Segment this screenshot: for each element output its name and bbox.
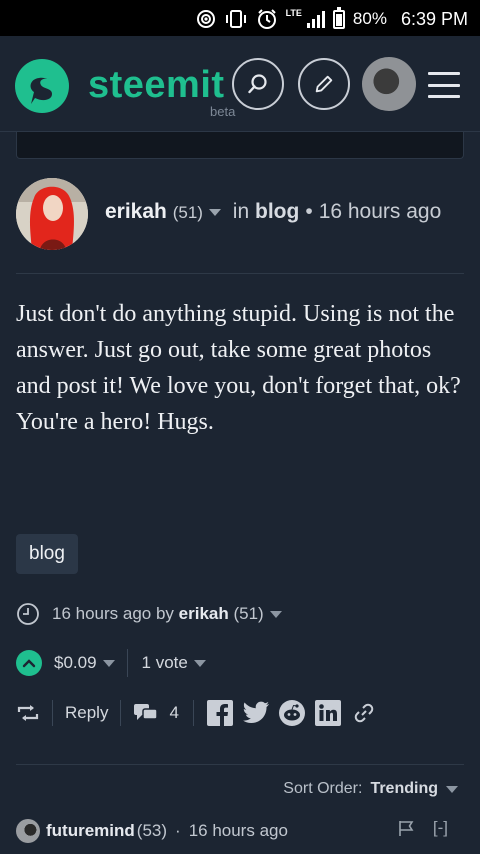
signal-icon — [306, 10, 325, 28]
menu-icon[interactable] — [428, 72, 460, 98]
separator-dot: • — [305, 200, 313, 223]
vote-row: $0.09 1 vote — [16, 648, 206, 678]
payout-dropdown-icon[interactable] — [102, 659, 115, 667]
action-separator — [120, 700, 122, 726]
sort-label: Sort Order: — [283, 780, 363, 797]
tag-chip[interactable]: blog — [16, 534, 78, 574]
alarm-icon — [256, 8, 278, 30]
commenter-reputation: (53) — [136, 821, 168, 840]
status-bar: LTE 80% 6:39 PM — [0, 0, 480, 36]
meta-dropdown-icon[interactable] — [269, 610, 282, 618]
post-time[interactable]: 16 hours ago — [319, 200, 442, 223]
vibrate-icon — [224, 9, 248, 29]
chevron-up-icon — [22, 659, 36, 668]
user-avatar[interactable] — [362, 57, 416, 111]
meta-reputation: (51) — [233, 604, 264, 623]
comments-icon[interactable] — [133, 702, 159, 724]
network-type: LTE — [285, 8, 302, 18]
post-body: Just don't do anything stupid. Using is … — [16, 301, 461, 435]
divider — [16, 273, 464, 274]
commenter-name[interactable]: futuremind — [46, 821, 135, 841]
link-icon[interactable] — [350, 699, 378, 727]
reply-button[interactable]: Reply — [65, 703, 108, 723]
pencil-icon — [315, 75, 333, 93]
vote-separator — [126, 649, 128, 677]
author-avatar[interactable] — [16, 178, 88, 250]
reddit-icon[interactable] — [278, 699, 306, 727]
separator-dot: · — [175, 821, 181, 840]
comment-count[interactable]: 4 — [169, 703, 178, 723]
beta-label: beta — [210, 104, 236, 119]
sort-dropdown-icon[interactable] — [446, 785, 458, 793]
brand-name[interactable]: steemit — [88, 64, 225, 107]
search-icon — [248, 74, 267, 94]
meta-author[interactable]: erikah — [179, 604, 229, 624]
battery-icon — [332, 6, 345, 29]
votes-dropdown-icon[interactable] — [193, 659, 206, 667]
top-header: steemit beta — [0, 36, 480, 132]
header-strip — [16, 132, 464, 159]
commenter-avatar[interactable] — [16, 819, 40, 843]
meta-time: 16 hours ago by — [52, 604, 174, 623]
resteem-icon[interactable] — [16, 703, 40, 723]
action-separator — [52, 700, 53, 726]
write-post-button[interactable] — [298, 58, 350, 110]
clock: 6:39 PM — [400, 8, 468, 29]
action-separator — [192, 700, 194, 726]
author-name[interactable]: erikah — [105, 200, 167, 223]
flag-icon[interactable] — [397, 819, 415, 837]
upvote-button[interactable] — [16, 650, 42, 676]
sort-order[interactable]: Sort Order: Trending — [283, 780, 458, 798]
facebook-icon[interactable] — [206, 699, 234, 727]
divider — [16, 764, 464, 765]
sort-value[interactable]: Trending — [370, 780, 438, 798]
actions-row: Reply 4 — [16, 698, 386, 728]
vote-count[interactable]: 1 vote — [142, 653, 188, 673]
twitter-icon[interactable] — [242, 699, 270, 727]
author-dropdown-icon[interactable] — [208, 208, 221, 216]
in-label: in — [232, 200, 250, 223]
battery-level: 80% — [352, 9, 387, 28]
search-button[interactable] — [232, 58, 284, 110]
steemit-logo-icon[interactable] — [14, 58, 70, 114]
hotspot-icon — [196, 9, 216, 29]
clock-icon — [17, 603, 39, 625]
comment-time[interactable]: 16 hours ago — [189, 821, 288, 841]
author-reputation: (51) — [172, 203, 203, 222]
linkedin-icon[interactable] — [314, 699, 342, 727]
comment-header: futuremind (53) · 16 hours ago [-] — [16, 818, 464, 844]
post-meta: 16 hours ago by erikah (51) — [16, 602, 282, 626]
collapse-comment-button[interactable]: [-] — [433, 818, 448, 838]
author-line: erikah (51) in blog • 16 hours ago — [105, 200, 441, 224]
payout-value[interactable]: $0.09 — [54, 653, 97, 673]
post-category-link[interactable]: blog — [255, 200, 299, 223]
